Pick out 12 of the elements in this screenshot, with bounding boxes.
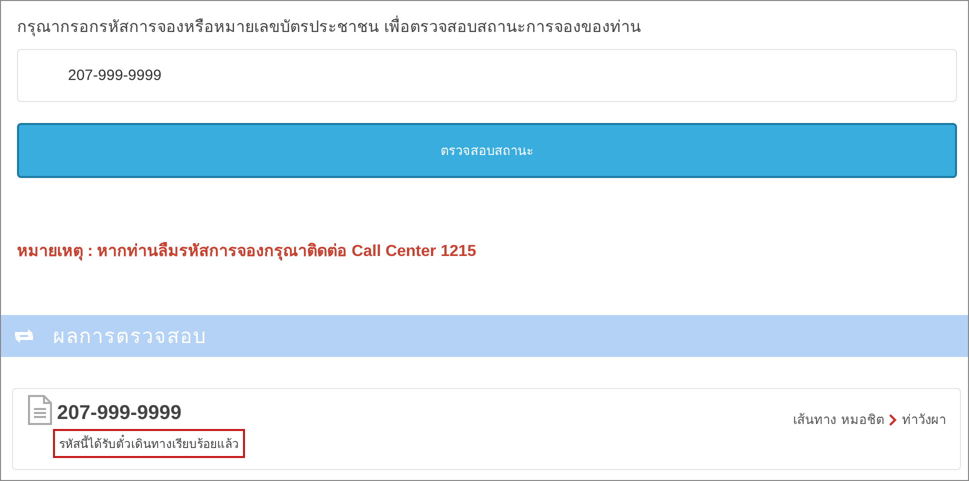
destination-text: ท่าวังผา xyxy=(902,412,946,430)
document-icon xyxy=(27,395,53,425)
note-text: หมายเหตุ : หากท่านลืมรหัสการจองกรุณาติดต่อ Call Center 1215 xyxy=(17,241,478,262)
booking-code-field[interactable]: 207-999-9999 xyxy=(17,49,957,102)
results-title: ผลการตรวจสอบ xyxy=(53,323,207,350)
route-label: เส้นทาง xyxy=(793,412,836,430)
booking-code: 207-999-9999 xyxy=(57,402,182,425)
origin-text: หมอชิต xyxy=(841,412,884,430)
instruction-text: กรุณากรอกรหัสการจองหรือหมายเลขบัตรประชาชน เพื่อตรวจสอบสถานะการจองของท่าน xyxy=(17,15,642,38)
chevron-right-icon xyxy=(889,414,897,426)
refresh-icon xyxy=(13,328,35,344)
status-text: รหัสนี้ได้รับตั๋วเดินทางเรียบร้อยแล้ว xyxy=(53,429,245,458)
